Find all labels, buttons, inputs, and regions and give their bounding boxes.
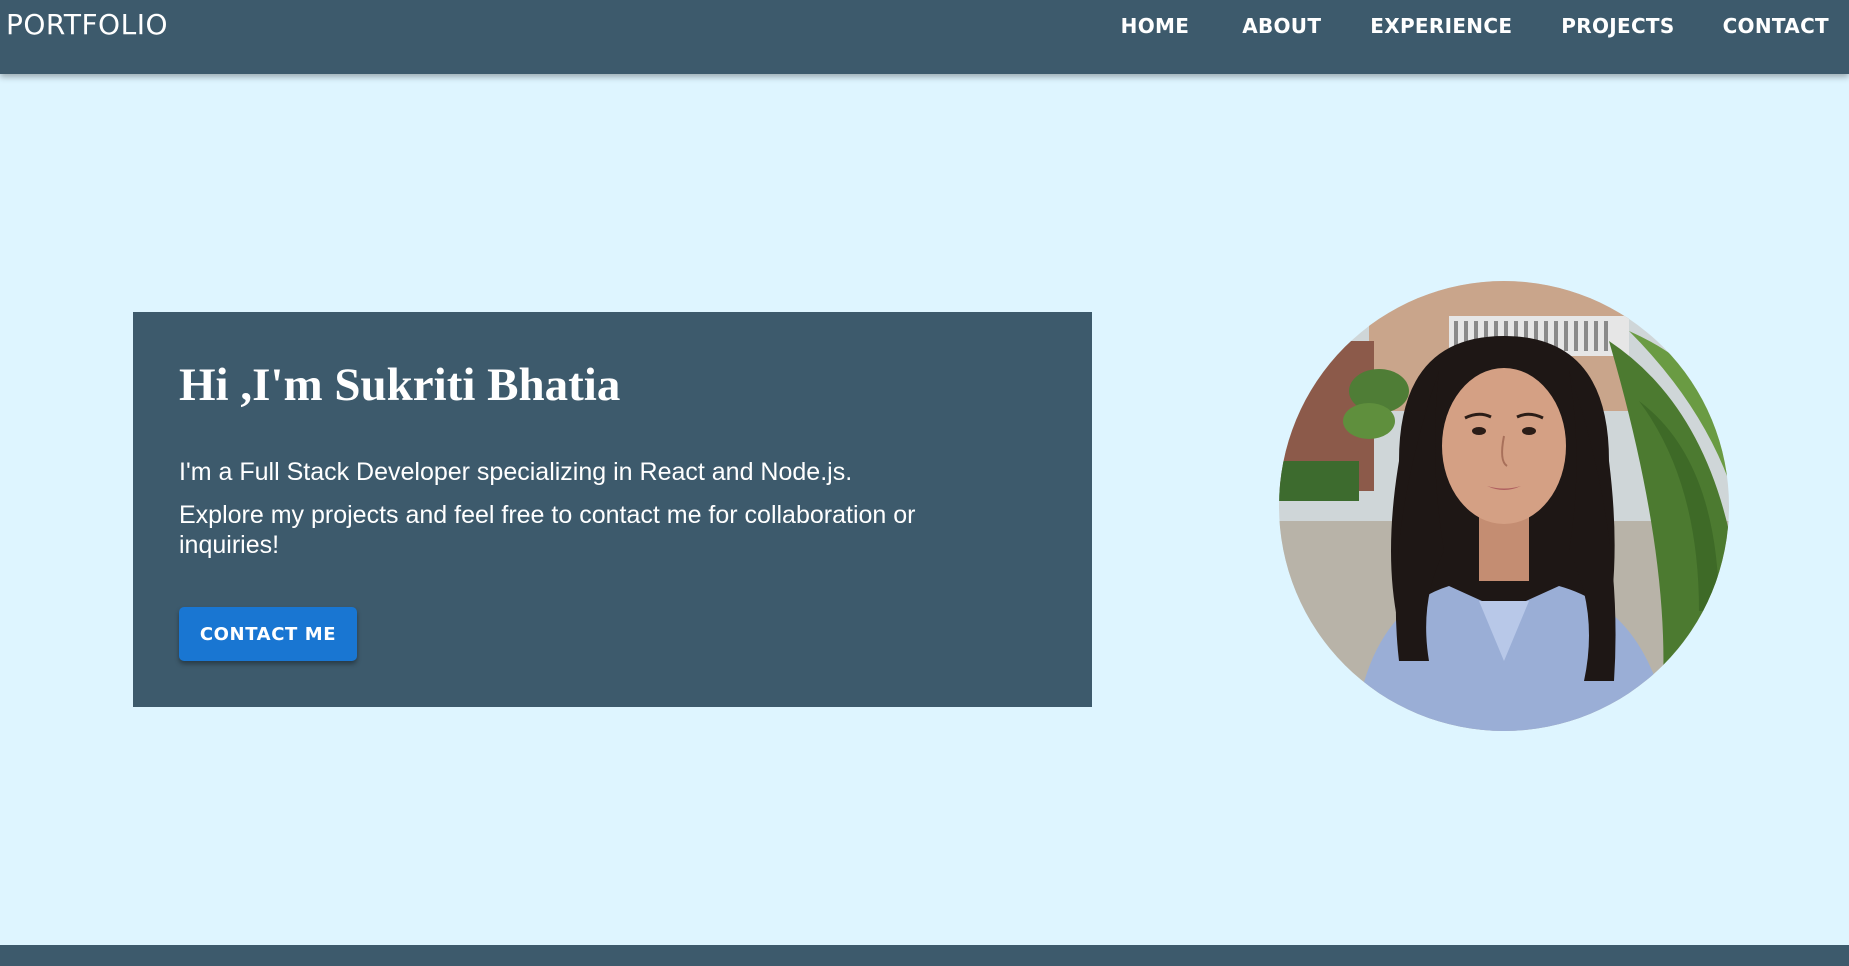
hero-invite-text: Explore my projects and feel free to con… [179, 501, 916, 559]
footer-bar [0, 945, 1849, 966]
nav-link-home[interactable]: HOME [1121, 14, 1190, 38]
contact-me-button[interactable]: CONTACT ME [179, 607, 357, 661]
nav-links: HOME ABOUT EXPERIENCE PROJECTS CONTACT [1121, 14, 1829, 38]
hero-title: Hi ,I'm Sukriti Bhatia [179, 359, 621, 411]
nav-link-projects[interactable]: PROJECTS [1561, 14, 1674, 38]
nav-link-about[interactable]: ABOUT [1242, 14, 1321, 38]
hero-card: Hi ,I'm Sukriti Bhatia I'm a Full Stack … [133, 312, 1092, 707]
hero-intro-text: I'm a Full Stack Developer specializing … [179, 458, 853, 486]
avatar-photo-icon [1279, 281, 1729, 731]
profile-photo [1279, 281, 1729, 731]
nav-link-experience[interactable]: EXPERIENCE [1370, 14, 1512, 38]
navbar: PORTFOLIO HOME ABOUT EXPERIENCE PROJECTS… [0, 0, 1849, 74]
brand-logo[interactable]: PORTFOLIO [6, 8, 168, 41]
nav-link-contact[interactable]: CONTACT [1723, 14, 1829, 38]
